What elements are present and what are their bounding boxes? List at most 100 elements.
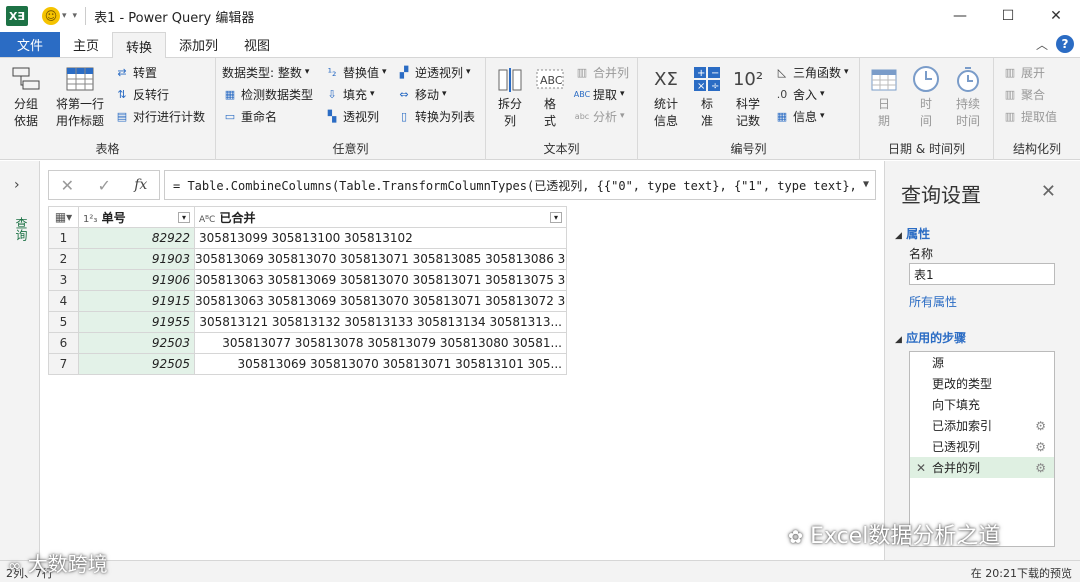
step-item[interactable]: 更改的类型 (910, 373, 1054, 394)
minimize-icon[interactable]: — (936, 0, 984, 32)
merged-cell[interactable]: 305813099 305813100 305813102 (194, 227, 567, 249)
gear-icon[interactable]: ⚙ (1035, 419, 1046, 433)
replace-icon: ¹₂ (327, 65, 337, 79)
parse-icon: abc (574, 111, 590, 121)
table-row[interactable]: 5 91955 305813121 305813132 305813133 3058… (48, 311, 567, 333)
reverse-rows-button[interactable]: ⇅ 反转行 (114, 84, 169, 104)
split-column-button[interactable]: 拆分 列 (492, 64, 528, 130)
order-id-cell[interactable]: 92503 (78, 332, 195, 354)
table-row[interactable]: 6 92503 305813077 305813078 305813079 3058… (48, 332, 567, 354)
step-item[interactable]: 源 (910, 352, 1054, 373)
maximize-icon[interactable]: ☐ (984, 0, 1032, 32)
extract-values-button[interactable]: ▥ 提取值 (1002, 106, 1057, 126)
chevron-down-icon[interactable]: ▾ (62, 11, 67, 21)
delete-step-icon[interactable]: ✕ (916, 461, 926, 475)
information-button[interactable]: ▦ 信息 ▾ (774, 106, 825, 126)
merge-columns-button[interactable]: ▥ 合并列 (574, 62, 629, 82)
table-menu-icon[interactable]: ▦▾ (48, 206, 79, 228)
table-row[interactable]: 2 91903 305813069 305813070 305813071 3058… (48, 248, 567, 270)
tab-add-column[interactable]: 添加列 (166, 32, 231, 57)
order-id-cell[interactable]: 92505 (78, 353, 195, 375)
pivot-column-button[interactable]: ▚ 透视列 (324, 106, 379, 126)
text-type-icon[interactable]: AᴮC (199, 215, 215, 225)
gear-icon[interactable]: ⚙ (1035, 440, 1046, 454)
tab-view[interactable]: 视图 (231, 32, 283, 57)
move-button[interactable]: ⇔ 移动 ▾ (396, 84, 446, 104)
count-rows-button[interactable]: ▤ 对行进行计数 (114, 106, 205, 126)
rounding-button[interactable]: .0 舍入 ▾ (774, 84, 825, 104)
order-id-cell[interactable]: 91955 (78, 311, 195, 333)
expand-queries-icon[interactable]: › (14, 177, 20, 193)
group-by-button[interactable]: 分组 依据 (6, 64, 46, 130)
table-row[interactable]: 1 82922 305813099 305813100 305813102 (48, 227, 567, 249)
transpose-button[interactable]: ⇄ 转置 (114, 62, 157, 82)
tab-home[interactable]: 主页 (60, 32, 112, 57)
merged-cell[interactable]: 305813121 305813132 305813133 305813134 … (194, 311, 567, 333)
order-id-cell[interactable]: 91906 (78, 269, 195, 291)
split-column-label: 拆分 列 (497, 97, 522, 128)
close-icon[interactable]: ✕ (1032, 0, 1080, 32)
gear-icon[interactable]: ⚙ (1035, 461, 1046, 475)
status-bar: 2列、7行 在 20:21下载的预览 (0, 560, 1080, 582)
column-header-order-id[interactable]: 1²₃ 单号 ▾ (78, 206, 195, 228)
extract-button[interactable]: ABC 提取 ▾ (574, 84, 625, 104)
help-icon[interactable]: ? (1056, 35, 1074, 53)
table-row[interactable]: 4 91915 305813063 305813069 305813070 3058… (48, 290, 567, 312)
order-id-cell[interactable]: 91903 (78, 248, 195, 270)
duration-button[interactable]: 持续 时间 (948, 64, 988, 130)
fill-label: 填充 (343, 87, 368, 102)
filter-dropdown-icon[interactable]: ▾ (177, 211, 190, 223)
close-icon[interactable]: ✕ (1041, 181, 1056, 202)
rename-button[interactable]: ▭ 重命名 (222, 106, 277, 126)
table-row[interactable]: 7 92505 305813069 305813070 305813071 3058… (48, 353, 567, 375)
parse-button[interactable]: abc 分析 ▾ (574, 106, 625, 126)
collapse-ribbon-icon[interactable]: ︿ (1036, 36, 1048, 53)
step-label: 向下填充 (932, 398, 981, 412)
merged-cell[interactable]: 305813077 305813078 305813079 305813080 … (194, 332, 567, 354)
column-header-merged[interactable]: AᴮC 已合并 ▾ (194, 206, 567, 228)
confirm-formula-icon[interactable]: ✓ (97, 176, 110, 195)
scientific-button[interactable]: 10² 科学 记数 (728, 64, 768, 130)
merged-cell[interactable]: 305813063 305813069 305813070 305813071 … (194, 290, 567, 312)
convert-to-list-button[interactable]: ▯ 转换为列表 (396, 106, 475, 126)
filter-dropdown-icon[interactable]: ▾ (549, 211, 562, 223)
formula-input[interactable]: = Table.CombineColumns(Table.TransformCo… (164, 170, 876, 200)
merged-cell[interactable]: 305813069 305813070 305813071 305813085 … (194, 248, 567, 270)
statistics-button[interactable]: ΧΣ 统计 信息 (646, 64, 686, 130)
expand-formula-icon[interactable]: ▼ (858, 179, 869, 190)
step-item[interactable]: 已添加索引 ⚙ (910, 415, 1054, 436)
applied-steps-section[interactable]: ◢ 应用的步骤 (895, 329, 966, 346)
replace-values-button[interactable]: ¹₂ 替换值 ▾ (324, 62, 387, 82)
time-button[interactable]: 时 间 (908, 64, 944, 130)
step-item-selected[interactable]: ✕ 合并的列 ⚙ (910, 457, 1054, 478)
data-type-dropdown[interactable]: 数据类型: 整数 ▾ (222, 62, 309, 82)
query-name-field[interactable]: 表1 (909, 263, 1055, 285)
properties-section[interactable]: ◢ 属性 (895, 225, 930, 242)
table-row[interactable]: 3 91906 305813063 305813069 305813070 3058… (48, 269, 567, 291)
step-item[interactable]: 已透视列 ⚙ (910, 436, 1054, 457)
fx-icon[interactable]: fx (134, 177, 147, 193)
unpivot-button[interactable]: ▞ 逆透视列 ▾ (396, 62, 471, 82)
detect-type-button[interactable]: ▦ 检测数据类型 (222, 84, 313, 104)
integer-type-icon[interactable]: 1²₃ (83, 214, 97, 225)
standard-button[interactable]: + − × ÷ 标 准 (690, 64, 724, 130)
use-first-row-button[interactable]: 将第一行 用作标题 (48, 64, 112, 130)
queries-label[interactable]: 查询 (13, 217, 30, 241)
format-button[interactable]: ABC 格 式 (532, 64, 568, 130)
tab-transform[interactable]: 转换 (112, 32, 167, 59)
date-button[interactable]: 日 期 (866, 64, 902, 130)
step-item[interactable]: 向下填充 (910, 394, 1054, 415)
merged-cell[interactable]: 305813069 305813070 305813071 305813101 … (194, 353, 567, 375)
smiley-feedback-icon[interactable]: ☺ (42, 7, 60, 25)
expand-button[interactable]: ▥ 展开 (1002, 62, 1045, 82)
fill-button[interactable]: ⇩ 填充 ▾ (324, 84, 374, 104)
all-properties-link[interactable]: 所有属性 (909, 293, 957, 310)
quick-access-dropdown-icon[interactable]: ▾ (73, 11, 78, 21)
cancel-formula-icon[interactable]: ✕ (61, 176, 74, 195)
merged-cell[interactable]: 305813063 305813069 305813070 305813071 … (194, 269, 567, 291)
tab-file[interactable]: 文件 (0, 32, 60, 57)
order-id-cell[interactable]: 91915 (78, 290, 195, 312)
aggregate-button[interactable]: ▥ 聚合 (1002, 84, 1045, 104)
order-id-cell[interactable]: 82922 (78, 227, 195, 249)
trig-button[interactable]: ◺ 三角函数 ▾ (774, 62, 849, 82)
